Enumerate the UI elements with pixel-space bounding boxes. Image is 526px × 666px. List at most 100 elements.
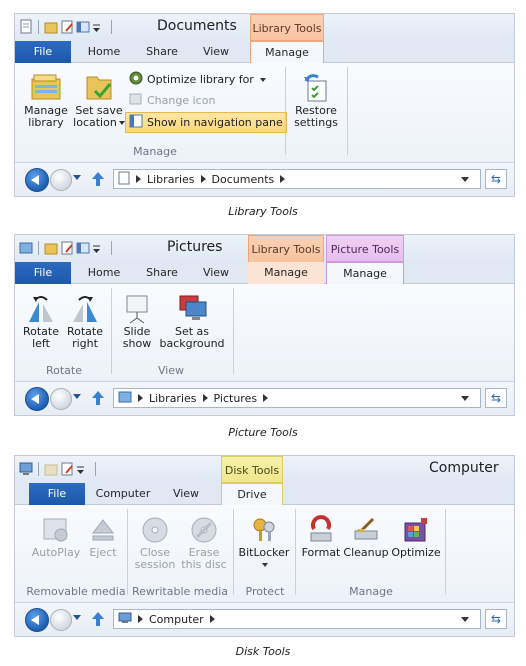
tab-home[interactable]: Home [79,262,129,284]
breadcrumb-documents[interactable]: Documents [212,173,275,186]
tab-view[interactable]: View [161,483,211,505]
breadcrumb-separator-icon[interactable] [200,175,206,183]
breadcrumb-libraries[interactable]: Libraries [147,173,195,186]
customize-toolbar-icon[interactable] [76,461,90,477]
window-title: Pictures [167,239,223,255]
forward-button[interactable] [50,609,72,631]
tab-view[interactable]: View [191,262,241,284]
bitlocker-button[interactable]: BitLocker [237,515,291,571]
set-as-background-label-2: background [159,337,225,350]
address-input[interactable]: Computer [113,609,481,629]
tab-view[interactable]: View [191,41,241,63]
folder-icon[interactable] [44,240,58,256]
address-dropdown-icon[interactable] [459,170,471,188]
tab-file[interactable]: File [29,483,85,505]
folder-icon[interactable] [44,461,58,477]
new-folder-icon[interactable] [76,19,90,35]
ribbon-body: Manage library Set save location Optimiz… [15,63,514,163]
breadcrumb-separator-icon[interactable] [202,394,208,402]
address-input[interactable]: Libraries Pictures [113,388,481,408]
rotate-right-button[interactable]: Rotate right [65,294,105,350]
address-input[interactable]: Libraries Documents [113,169,481,189]
change-icon-icon [129,92,143,109]
erase-disc-icon [189,515,219,545]
rotate-left-button[interactable]: Rotate left [21,294,61,350]
refresh-button[interactable]: ⇆ [485,388,507,408]
navigation-pane-icon [129,114,143,131]
rotate-right-icon [69,294,101,324]
cleanup-button[interactable]: Cleanup [343,515,389,559]
customize-toolbar-icon[interactable] [92,19,106,35]
restore-settings-button[interactable]: Restore settings [291,71,341,129]
customize-toolbar-icon[interactable] [92,240,106,256]
eject-icon [88,515,118,545]
document-icon[interactable] [19,19,33,35]
tab-file[interactable]: File [15,41,71,63]
slide-show-button[interactable]: Slide show [117,294,157,350]
tab-picture-manage[interactable]: Manage [326,261,404,285]
title-bar: Disk Tools Computer [15,456,514,483]
address-bar: Computer ⇆ [15,603,514,636]
folder-icon[interactable] [44,19,58,35]
show-in-navigation-pane-button[interactable]: Show in navigation pane [125,112,287,133]
rotate-left-label-2: left [32,337,50,350]
breadcrumb-separator-icon[interactable] [280,175,286,183]
properties-icon[interactable] [60,240,74,256]
erase-disc-label-2: this disc [181,558,227,571]
format-button[interactable]: Format [301,515,341,559]
set-save-location-button[interactable]: Set save location [73,71,125,129]
view-group-label: View [157,364,185,377]
breadcrumb-separator-icon[interactable] [136,175,141,183]
up-arrow-icon[interactable] [91,171,105,187]
forward-button[interactable] [50,169,72,191]
optimize-library-button[interactable]: Optimize library for [129,71,266,88]
tab-manage[interactable]: Manage [250,40,324,64]
set-as-background-button[interactable]: Set as background [159,294,225,350]
address-dropdown-icon[interactable] [459,389,471,407]
breadcrumb-separator-icon[interactable] [138,394,143,402]
back-button[interactable] [25,608,49,632]
toolbar-divider [111,241,112,255]
manage-library-button[interactable]: Manage library [23,71,69,129]
address-dropdown-icon[interactable] [459,610,471,628]
window-title: Computer [429,460,499,476]
eject-label: Eject [89,546,117,559]
ribbon-tab-row: File Home Share View Manage [15,40,514,64]
recent-locations-icon[interactable] [73,394,81,399]
breadcrumb-separator-icon[interactable] [209,615,215,623]
optimize-button[interactable]: Optimize [391,515,441,559]
refresh-button[interactable]: ⇆ [485,169,507,189]
tab-library-manage[interactable]: Manage [248,262,324,284]
rotate-right-label-2: right [72,337,98,350]
breadcrumb-libraries[interactable]: Libraries [149,392,197,405]
picture-icon[interactable] [19,240,33,256]
tab-share[interactable]: Share [137,262,187,284]
tab-drive[interactable]: Drive [221,482,283,506]
breadcrumb-separator-icon[interactable] [263,394,269,402]
breadcrumb-pictures[interactable]: Pictures [214,392,258,405]
refresh-button[interactable]: ⇆ [485,609,507,629]
disc-icon [140,515,170,545]
properties-icon[interactable] [60,461,74,477]
new-folder-icon[interactable] [76,240,90,256]
back-button[interactable] [25,168,49,192]
properties-icon[interactable] [60,19,74,35]
up-arrow-icon[interactable] [91,611,105,627]
tab-computer[interactable]: Computer [91,483,155,505]
recent-locations-icon[interactable] [73,175,81,180]
breadcrumb-computer[interactable]: Computer [149,613,204,626]
chevron-down-icon [259,77,266,82]
breadcrumb-separator-icon[interactable] [138,615,143,623]
close-session-button: Close session [133,515,177,571]
computer-icon[interactable] [19,461,33,477]
back-button[interactable] [25,387,49,411]
tab-home[interactable]: Home [79,41,129,63]
recent-locations-icon[interactable] [73,615,81,620]
library-icon [30,71,62,103]
forward-button[interactable] [50,388,72,410]
tab-file[interactable]: File [15,262,71,284]
up-arrow-icon[interactable] [91,390,105,406]
tab-share[interactable]: Share [137,41,187,63]
format-label: Format [301,546,341,559]
picture-icon [118,391,132,406]
